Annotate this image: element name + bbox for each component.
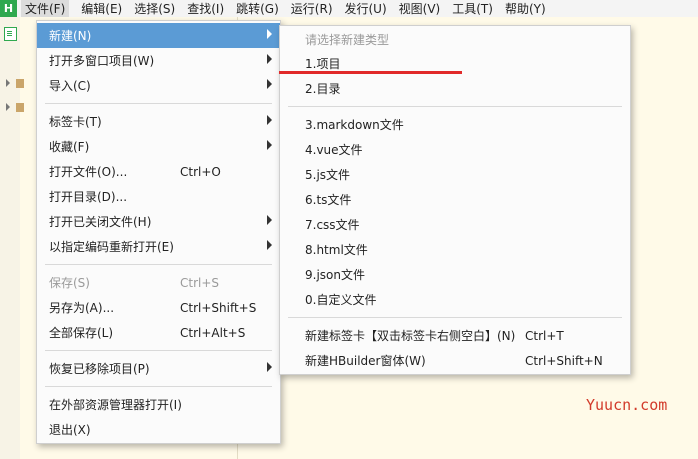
menu-item-label: 3.markdown文件 <box>305 118 404 132</box>
file-menu-open-closed-file[interactable]: 打开已关闭文件(H) <box>37 209 280 234</box>
menu-item-shortcut: Ctrl+S <box>180 275 220 290</box>
menu-item-label: 9.json文件 <box>305 268 365 282</box>
new-submenu: 请选择新建类型 1.项目 2.目录 3.markdown文件 4.vue文件 5… <box>279 25 631 375</box>
menu-separator <box>45 264 272 265</box>
menu-item-shortcut: Ctrl+Shift+S <box>180 300 257 315</box>
menu-item-label: 1.项目 <box>305 57 341 71</box>
menu-item-label: 2.目录 <box>305 82 341 96</box>
menu-separator <box>288 317 622 318</box>
menu-item-label: 收藏(F) <box>49 140 90 154</box>
file-menu-save[interactable]: 保存(S) Ctrl+S <box>37 270 280 295</box>
new-ts-file-item[interactable]: 6.ts文件 <box>280 187 630 212</box>
menu-item-label: 6.ts文件 <box>305 193 352 207</box>
new-hbuilder-window-item[interactable]: 新建HBuilder窗体(W) Ctrl+Shift+N <box>280 348 630 373</box>
menu-item-label: 全部保存(L) <box>49 326 114 340</box>
menu-item-label: 另存为(A)... <box>49 301 115 315</box>
menu-item-label: 新建(N) <box>49 29 92 43</box>
new-html-file-item[interactable]: 8.html文件 <box>280 237 630 262</box>
menu-select[interactable]: 选择(S) <box>134 0 175 17</box>
menu-find[interactable]: 查找(I) <box>187 0 224 17</box>
file-menu-open-multi-window[interactable]: 打开多窗口项目(W) <box>37 48 280 73</box>
new-markdown-file-item[interactable]: 3.markdown文件 <box>280 112 630 137</box>
menu-item-label: 8.html文件 <box>305 243 368 257</box>
folder-icon <box>16 79 24 88</box>
submenu-header-label: 请选择新建类型 <box>305 33 390 47</box>
new-tab-item[interactable]: 新建标签卡【双击标签卡右侧空白】(N) Ctrl+T <box>280 323 630 348</box>
menu-item-shortcut: Ctrl+T <box>525 328 564 343</box>
menu-item-shortcut: Ctrl+Alt+S <box>180 325 246 340</box>
new-directory-item[interactable]: 2.目录 <box>280 76 630 101</box>
file-menu-open-file[interactable]: 打开文件(O)... Ctrl+O <box>37 159 280 184</box>
expand-arrow-icon[interactable] <box>6 103 10 111</box>
new-custom-file-item[interactable]: 0.自定义文件 <box>280 287 630 312</box>
chevron-right-icon <box>267 362 272 372</box>
menu-item-label: 4.vue文件 <box>305 143 363 157</box>
menu-goto[interactable]: 跳转(G) <box>236 0 279 17</box>
submenu-header: 请选择新建类型 <box>280 27 630 52</box>
chevron-right-icon <box>267 29 272 39</box>
menu-item-label: 打开目录(D)... <box>49 190 128 204</box>
menu-separator <box>45 103 272 104</box>
expand-arrow-icon[interactable] <box>6 79 10 87</box>
menu-tools[interactable]: 工具(T) <box>452 0 493 17</box>
new-json-file-item[interactable]: 9.json文件 <box>280 262 630 287</box>
menu-item-label: 导入(C) <box>49 79 91 93</box>
menu-separator <box>288 106 622 107</box>
annotation-underline <box>279 71 462 74</box>
menu-item-label: 打开文件(O)... <box>49 165 128 179</box>
file-menu-restore-removed[interactable]: 恢复已移除项目(P) <box>37 356 280 381</box>
hbuilder-logo-icon: H <box>0 0 17 17</box>
file-menu-dropdown: 新建(N) 打开多窗口项目(W) 导入(C) 标签卡(T) 收藏(F) 打开文件… <box>36 20 281 444</box>
menu-item-label: 恢复已移除项目(P) <box>49 362 150 376</box>
new-css-file-item[interactable]: 7.css文件 <box>280 212 630 237</box>
menu-item-label: 5.js文件 <box>305 168 351 182</box>
menu-item-label: 标签卡(T) <box>49 115 102 129</box>
chevron-right-icon <box>267 215 272 225</box>
folder-icon <box>16 103 24 112</box>
menu-publish[interactable]: 发行(U) <box>345 0 387 17</box>
menu-edit[interactable]: 编辑(E) <box>81 0 122 17</box>
chevron-right-icon <box>267 115 272 125</box>
menu-item-label: 新建HBuilder窗体(W) <box>305 354 426 368</box>
menu-file[interactable]: 文件(F) <box>21 0 70 17</box>
file-menu-save-all[interactable]: 全部保存(L) Ctrl+Alt+S <box>37 320 280 345</box>
menu-help[interactable]: 帮助(Y) <box>505 0 546 17</box>
menu-item-shortcut: Ctrl+O <box>180 164 221 179</box>
menu-view[interactable]: 视图(V) <box>399 0 441 17</box>
file-menu-exit[interactable]: 退出(X) <box>37 417 280 442</box>
menu-item-label: 在外部资源管理器打开(I) <box>49 398 182 412</box>
menu-item-label: 退出(X) <box>49 423 91 437</box>
menu-item-label: 0.自定义文件 <box>305 293 377 307</box>
menu-separator <box>45 386 272 387</box>
menu-item-label: 以指定编码重新打开(E) <box>49 240 174 254</box>
menu-item-shortcut: Ctrl+Shift+N <box>525 353 603 368</box>
new-vue-file-item[interactable]: 4.vue文件 <box>280 137 630 162</box>
menu-run[interactable]: 运行(R) <box>291 0 333 17</box>
menu-item-label: 保存(S) <box>49 276 90 290</box>
menu-bar: H 文件(F) 编辑(E) 选择(S) 查找(I) 跳转(G) 运行(R) 发行… <box>0 0 698 17</box>
watermark-text: Yuucn.com <box>586 396 668 414</box>
menu-item-label: 新建标签卡【双击标签卡右侧空白】(N) <box>305 329 516 343</box>
new-file-icon[interactable] <box>4 27 17 41</box>
file-menu-reopen-with-encoding[interactable]: 以指定编码重新打开(E) <box>37 234 280 259</box>
new-js-file-item[interactable]: 5.js文件 <box>280 162 630 187</box>
menu-separator <box>45 350 272 351</box>
chevron-right-icon <box>267 240 272 250</box>
file-menu-open-directory[interactable]: 打开目录(D)... <box>37 184 280 209</box>
menu-item-label: 打开已关闭文件(H) <box>49 215 152 229</box>
menu-item-label: 打开多窗口项目(W) <box>49 54 155 68</box>
file-menu-new[interactable]: 新建(N) <box>37 23 280 48</box>
file-menu-save-as[interactable]: 另存为(A)... Ctrl+Shift+S <box>37 295 280 320</box>
file-menu-tabs[interactable]: 标签卡(T) <box>37 109 280 134</box>
chevron-right-icon <box>267 54 272 64</box>
file-menu-import[interactable]: 导入(C) <box>37 73 280 98</box>
menu-item-label: 7.css文件 <box>305 218 360 232</box>
file-menu-open-in-explorer[interactable]: 在外部资源管理器打开(I) <box>37 392 280 417</box>
chevron-right-icon <box>267 140 272 150</box>
file-menu-favorites[interactable]: 收藏(F) <box>37 134 280 159</box>
chevron-right-icon <box>267 79 272 89</box>
